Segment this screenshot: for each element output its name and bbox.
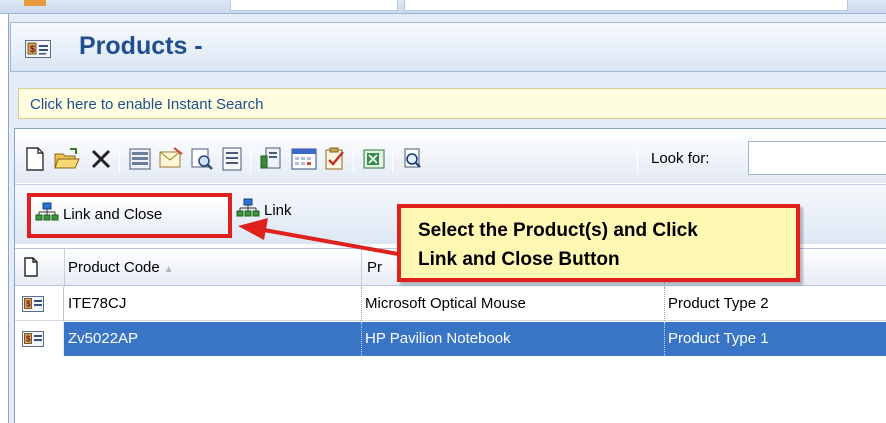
link-and-close-label: Link and Close (63, 205, 163, 223)
product-card-icon: $ (22, 331, 44, 347)
product-card-icon: $ (25, 40, 51, 62)
link-and-close-button[interactable]: Link and Close (27, 193, 232, 238)
top-window-strip (0, 0, 886, 14)
link-icon (35, 202, 59, 226)
svg-text:$: $ (26, 300, 31, 309)
instruction-callout: Select the Product(s) and Click Link and… (397, 204, 800, 282)
toolbar-separator (250, 148, 251, 172)
toolbar-separator (119, 148, 120, 172)
column-separator (64, 249, 65, 287)
callout-line-1: Select the Product(s) and Click (418, 220, 698, 241)
search-doc-icon[interactable] (400, 146, 426, 172)
email-icon[interactable] (158, 146, 184, 172)
look-for-label: Look for: (651, 150, 710, 167)
sort-ascending-icon: ▲ (163, 264, 174, 275)
column-header-product-code[interactable]: Product Code ▲ (68, 259, 174, 276)
strip-segment (404, 0, 848, 11)
document-icon (23, 257, 39, 281)
task-icon[interactable] (322, 146, 348, 172)
page-title: Products - (79, 32, 203, 60)
cell-product-type: Product Type 1 (668, 330, 769, 347)
instant-search-text[interactable]: Click here to enable Instant Search (30, 96, 263, 113)
annotation-arrow (238, 218, 399, 256)
delete-icon[interactable] (88, 146, 114, 172)
column-header-label: Product Code (68, 259, 160, 276)
table-row-selected[interactable]: $ Zv5022AP HP Pavilion Notebook Product … (15, 322, 886, 356)
toolbar-separator (353, 148, 354, 172)
svg-text:$: $ (26, 335, 31, 344)
strip-segment (230, 0, 398, 11)
calendar-icon[interactable] (290, 146, 317, 172)
row-icon-cell: $ (15, 287, 64, 321)
cell-product-code: Zv5022AP (65, 322, 362, 356)
toolbar-separator (392, 148, 393, 172)
cell-product-code: ITE78CJ (65, 287, 362, 321)
title-bar: $ Products - (10, 22, 886, 72)
cell-product-name: HP Pavilion Notebook (362, 322, 665, 356)
report-icon[interactable] (258, 146, 284, 172)
new-icon[interactable] (22, 146, 48, 172)
window-corner-accent (24, 0, 46, 6)
product-card-icon: $ (22, 296, 44, 312)
form-view-icon[interactable] (219, 146, 245, 172)
svg-text:$: $ (30, 44, 35, 54)
cell-product-name: Microsoft Optical Mouse (362, 287, 665, 321)
table-row[interactable]: $ ITE78CJ Microsoft Optical Mouse Produc… (15, 287, 886, 321)
list-view-icon[interactable] (127, 146, 153, 172)
instant-search-banner[interactable]: Click here to enable Instant Search (18, 88, 886, 119)
look-for-input[interactable] (748, 141, 886, 175)
excel-icon[interactable] (361, 146, 387, 172)
callout-line-2: Link and Close Button (418, 249, 620, 270)
open-icon[interactable] (53, 146, 80, 172)
find-icon[interactable] (189, 146, 215, 172)
cell-product-type: Product Type 2 (668, 295, 769, 312)
row-icon-cell: $ (15, 322, 64, 356)
toolbar-separator (637, 148, 638, 172)
